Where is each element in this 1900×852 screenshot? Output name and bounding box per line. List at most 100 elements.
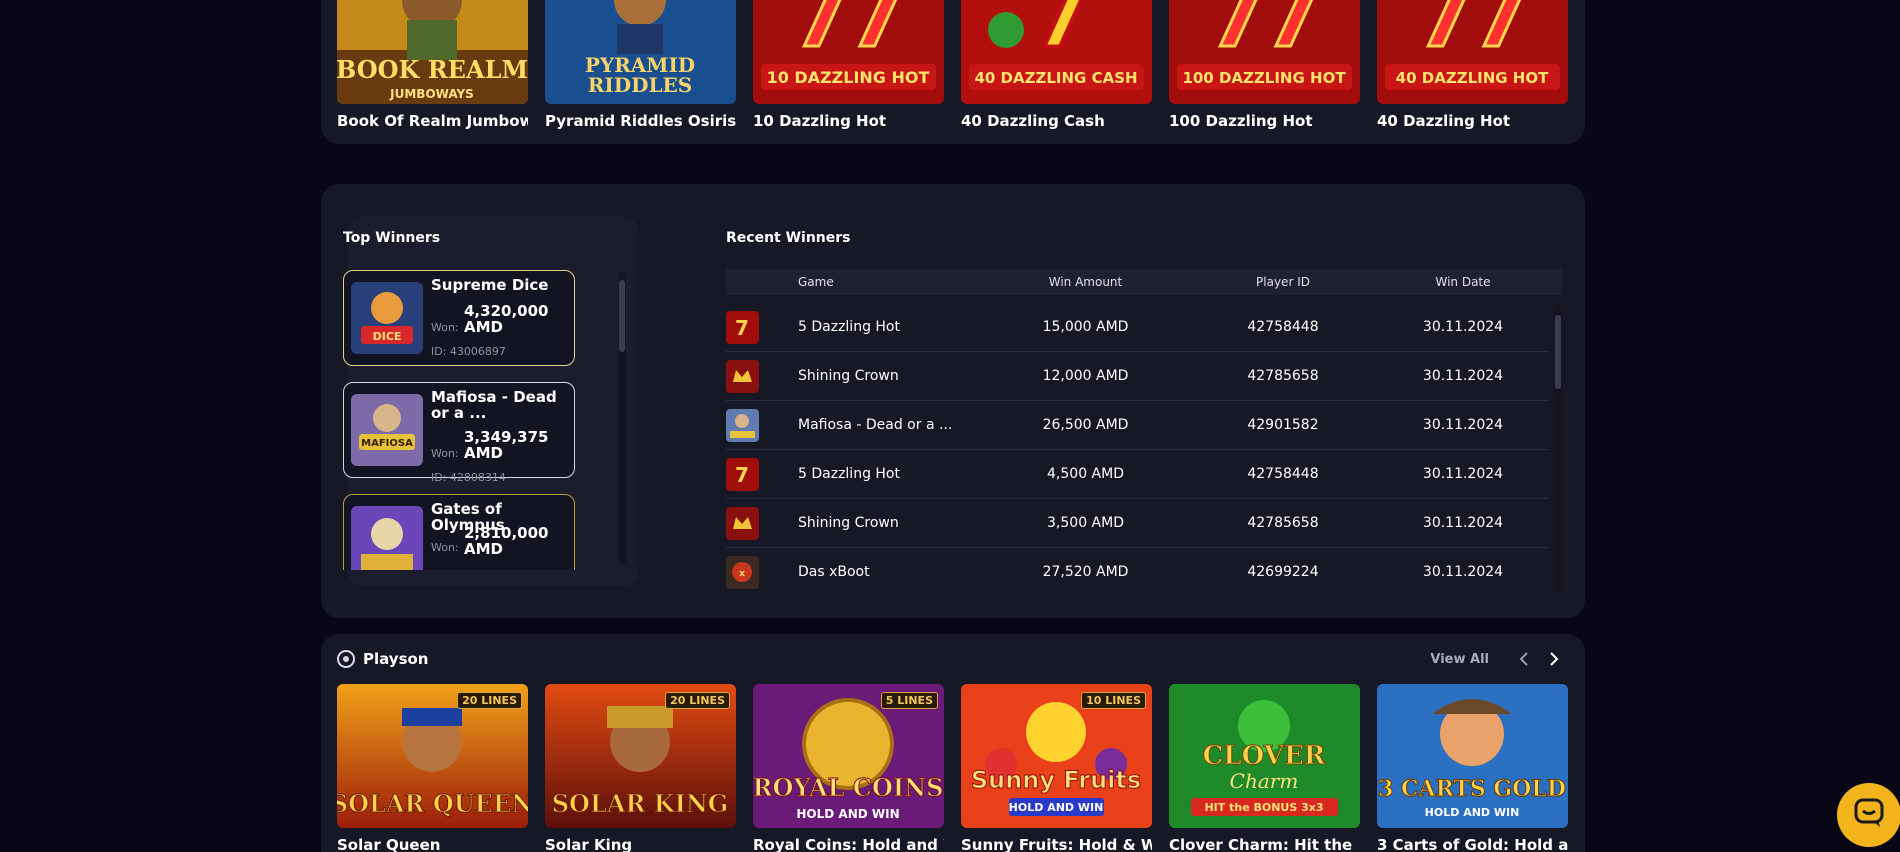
top-winner-card[interactable]: MAFIOSA Mafiosa - Dead or a ... Won: 3,3… — [343, 382, 575, 484]
game-name: Sunny Fruits: Hold & Win — [961, 836, 1152, 852]
svg-text:ROYAL COINS: ROYAL COINS — [753, 773, 943, 802]
table-row[interactable]: Shining Crown 3,500 AMD 42785658 30.11.2… — [726, 499, 1548, 548]
won-label: Won: — [431, 541, 459, 554]
table-row[interactable]: Shining Crown 12,000 AMD 42785658 30.11.… — [726, 352, 1548, 401]
game-thumbnail: ROYAL COINS HOLD AND WIN 5 LINES — [753, 684, 944, 828]
svg-text:HOLD AND WIN: HOLD AND WIN — [796, 807, 899, 821]
game-card[interactable]: 77 100 DAZZLING HOT 100 Dazzling Hot — [1169, 0, 1360, 130]
svg-text:Charm: Charm — [1230, 769, 1299, 793]
lines-badge: 5 LINES — [880, 692, 938, 709]
game-card[interactable]: PYRAMID RIDDLES Pyramid Riddles Osiris — [545, 0, 736, 130]
svg-text:CLOVER: CLOVER — [1203, 741, 1326, 771]
header-player-id: Player ID — [1256, 275, 1310, 289]
top-winner-card[interactable]: Gates of Olympus Won: 2,810,000 AMD — [343, 494, 575, 570]
row-amount: 27,520 AMD — [1042, 564, 1129, 580]
playson-panel: Playson View All SOLAR QUEEN 20 LINES So… — [321, 634, 1585, 852]
game-card[interactable]: Sunny Fruits HOLD AND WIN 10 LINES Sunny … — [961, 684, 1152, 852]
game-name: Clover Charm: Hit the — [1169, 836, 1353, 852]
recent-winners-table: Game Win Amount Player ID Win Date 7 5 D… — [726, 269, 1562, 593]
game-thumbnail: 77 40 DAZZLING HOT — [1377, 0, 1568, 104]
game-thumbnail: Sunny Fruits HOLD AND WIN 10 LINES — [961, 684, 1152, 828]
svg-text:7: 7 — [735, 316, 749, 340]
top-winners-list[interactable]: DICE Supreme Dice Won: 4,320,000 AMD ID:… — [343, 270, 575, 570]
header-game: Game — [798, 275, 834, 289]
svg-text:HOLD AND WIN: HOLD AND WIN — [1009, 801, 1104, 814]
lines-badge: 20 LINES — [457, 692, 522, 709]
game-card[interactable]: 7 40 DAZZLING CASH 40 Dazzling Cash — [961, 0, 1152, 130]
game-thumbnail: 7 — [726, 310, 759, 344]
game-thumbnail — [726, 359, 759, 393]
table-body[interactable]: 7 5 Dazzling Hot 15,000 AMD 42758448 30.… — [726, 303, 1548, 593]
svg-text:SOLAR QUEEN: SOLAR QUEEN — [337, 789, 528, 818]
top-winners-scrollbar[interactable] — [618, 272, 626, 564]
top-games-panel: BOOK REALM JUMBOWAYS Book Of Realm Jumbow… — [321, 0, 1585, 144]
game-card[interactable]: BOOK REALM JUMBOWAYS Book Of Realm Jumbow… — [337, 0, 528, 130]
playson-games-row: SOLAR QUEEN 20 LINES Solar Queen SOLAR K… — [337, 684, 1568, 852]
svg-text:Sunny Fruits: Sunny Fruits — [971, 766, 1141, 794]
chevron-left-icon[interactable] — [1513, 648, 1535, 670]
game-thumbnail — [351, 506, 423, 570]
game-thumbnail: 77 10 DAZZLING HOT — [753, 0, 944, 104]
top-winner-amount: 4,320,000 AMD — [464, 302, 549, 336]
row-game: Mafiosa - Dead or a ... — [798, 417, 953, 433]
game-card[interactable]: 77 10 DAZZLING HOT 10 Dazzling Hot — [753, 0, 944, 130]
row-amount: 15,000 AMD — [1042, 319, 1129, 335]
scrollbar-thumb[interactable] — [1555, 315, 1561, 389]
svg-text:HOLD AND WIN: HOLD AND WIN — [1425, 806, 1520, 819]
row-amount: 26,500 AMD — [1042, 417, 1129, 433]
svg-text:77: 77 — [1416, 0, 1527, 65]
svg-text:BOOK REALM: BOOK REALM — [337, 55, 528, 84]
header-win-date: Win Date — [1435, 275, 1491, 289]
game-thumbnail: 3 CARTS GOLD HOLD AND WIN — [1377, 684, 1568, 828]
top-winner-id: ID: 42808314 — [431, 471, 506, 484]
game-name: Pyramid Riddles Osiris — [545, 112, 736, 130]
row-date: 30.11.2024 — [1422, 368, 1504, 384]
svg-text:HIT the BONUS 3x3: HIT the BONUS 3x3 — [1204, 801, 1323, 814]
provider-header: Playson — [337, 650, 429, 668]
game-card[interactable]: SOLAR QUEEN 20 LINES Solar Queen — [337, 684, 528, 852]
row-amount: 3,500 AMD — [1047, 515, 1124, 531]
header-win-amount: Win Amount — [1048, 275, 1123, 289]
top-games-row: BOOK REALM JUMBOWAYS Book Of Realm Jumbow… — [337, 0, 1568, 130]
game-name: 40 Dazzling Cash — [961, 112, 1105, 130]
game-thumbnail — [726, 506, 759, 540]
scrollbar-thumb[interactable] — [619, 280, 625, 352]
game-thumbnail: PYRAMID RIDDLES — [545, 0, 736, 104]
svg-text:SOLAR KING: SOLAR KING — [552, 789, 729, 818]
svg-text:40 DAZZLING CASH: 40 DAZZLING CASH — [974, 69, 1137, 87]
game-name: Royal Coins: Hold and Win — [753, 836, 944, 852]
lines-badge: 20 LINES — [665, 692, 730, 709]
recent-winners-scrollbar[interactable] — [1554, 305, 1562, 593]
game-card[interactable]: 77 40 DAZZLING HOT 40 Dazzling Hot — [1377, 0, 1568, 130]
top-winner-card[interactable]: DICE Supreme Dice Won: 4,320,000 AMD ID:… — [343, 270, 575, 366]
lines-badge: 10 LINES — [1081, 692, 1146, 709]
svg-text:RIDDLES: RIDDLES — [588, 73, 692, 97]
chevron-right-icon[interactable] — [1543, 648, 1565, 670]
game-name: 100 Dazzling Hot — [1169, 112, 1313, 130]
view-all-link[interactable]: View All — [1430, 652, 1489, 667]
table-row[interactable]: Mafiosa - Dead or a ... 26,500 AMD 42901… — [726, 401, 1548, 450]
svg-text:x: x — [739, 569, 745, 579]
game-card[interactable]: CLOVER Charm HIT the BONUS 3x3 Clover Char… — [1169, 684, 1360, 852]
chat-button[interactable] — [1837, 783, 1900, 847]
svg-text:JUMBOWAYS: JUMBOWAYS — [389, 87, 474, 101]
table-row[interactable]: 7 5 Dazzling Hot 15,000 AMD 42758448 30.… — [726, 303, 1548, 352]
game-name: Solar Queen — [337, 836, 441, 852]
row-game: Shining Crown — [798, 368, 899, 384]
game-card[interactable]: 3 CARTS GOLD HOLD AND WIN 3 Carts of Gold… — [1377, 684, 1568, 852]
table-row[interactable]: x Das xBoot 27,520 AMD 42699224 30.11.20… — [726, 548, 1548, 593]
row-date: 30.11.2024 — [1422, 417, 1504, 433]
game-card[interactable]: SOLAR KING 20 LINES Solar King — [545, 684, 736, 852]
table-header: Game Win Amount Player ID Win Date — [726, 269, 1562, 295]
table-row[interactable]: 7 5 Dazzling Hot 4,500 AMD 42758448 30.1… — [726, 450, 1548, 499]
game-card[interactable]: ROYAL COINS HOLD AND WIN 5 LINES Royal Co… — [753, 684, 944, 852]
winners-panel: Top Winners DICE Supreme Dice Won: 4,320… — [321, 184, 1585, 618]
row-amount: 4,500 AMD — [1047, 466, 1124, 482]
svg-text:10 DAZZLING HOT: 10 DAZZLING HOT — [767, 68, 930, 87]
game-name: 3 Carts of Gold: Hold and — [1377, 836, 1568, 852]
svg-text:40 DAZZLING HOT: 40 DAZZLING HOT — [1396, 69, 1549, 87]
game-thumbnail: SOLAR KING 20 LINES — [545, 684, 736, 828]
game-thumbnail: SOLAR QUEEN 20 LINES — [337, 684, 528, 828]
top-winner-game: Supreme Dice — [431, 276, 549, 294]
game-thumbnail: BOOK REALM JUMBOWAYS — [337, 0, 528, 104]
